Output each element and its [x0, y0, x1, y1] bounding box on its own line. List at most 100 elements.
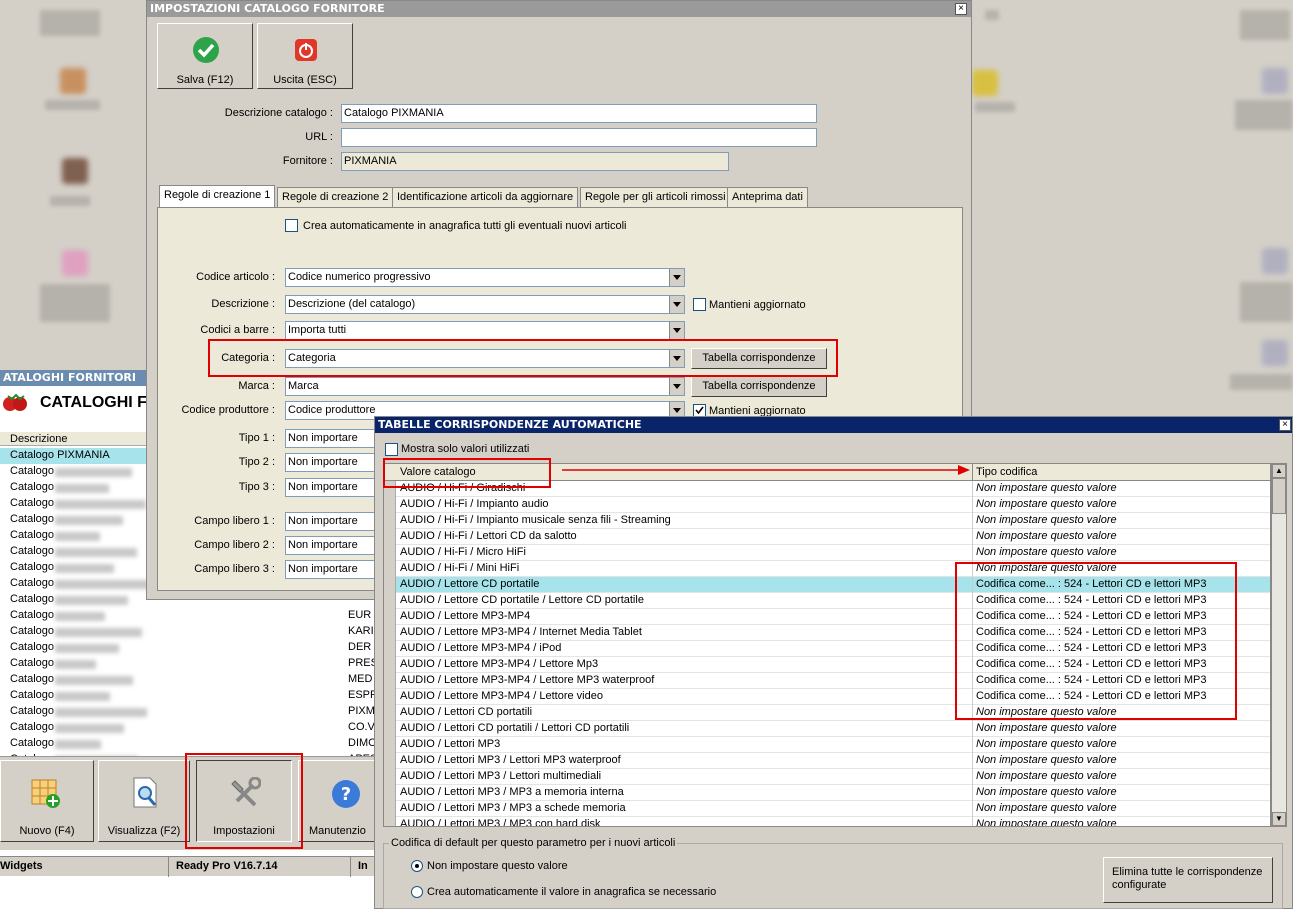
- table-row[interactable]: AUDIO / Lettori MP3 Non impostare questo …: [384, 737, 1270, 753]
- table-row[interactable]: AUDIO / Lettore MP3-MP4 / Lettore video C…: [384, 689, 1270, 705]
- table-row[interactable]: AUDIO / Lettori MP3 / Lettori MP3 waterp…: [384, 753, 1270, 769]
- table-row[interactable]: AUDIO / Lettore MP3-MP4 / Internet Media…: [384, 625, 1270, 641]
- row-code[interactable]: Non impostare questo valore: [976, 753, 1117, 768]
- field-combo[interactable]: Marca: [285, 377, 685, 396]
- url-field[interactable]: [341, 128, 817, 147]
- row-code[interactable]: Non impostare questo valore: [976, 785, 1117, 800]
- row-indicator[interactable]: [384, 529, 396, 545]
- chevron-down-icon[interactable]: [669, 322, 684, 339]
- exit-button[interactable]: Uscita (ESC): [257, 23, 353, 89]
- row-indicator[interactable]: [384, 545, 396, 561]
- table-row[interactable]: AUDIO / Hi-Fi / Giradischi Non impostare …: [384, 481, 1270, 497]
- table-row[interactable]: AUDIO / Hi-Fi / Lettori CD da salotto Non…: [384, 529, 1270, 545]
- row-code[interactable]: Codifica come... : 524 - Lettori CD e le…: [976, 593, 1206, 608]
- tab-rules-1[interactable]: Regole di creazione 1: [159, 185, 276, 208]
- chevron-down-icon[interactable]: [669, 296, 684, 313]
- table-row[interactable]: AUDIO / Lettore MP3-MP4 / Lettore Mp3 Cod…: [384, 657, 1270, 673]
- table-row[interactable]: AUDIO / Lettore MP3-MP4 / iPod Codifica c…: [384, 641, 1270, 657]
- table-row[interactable]: AUDIO / Lettore MP3-MP4 Codifica come... …: [384, 609, 1270, 625]
- row-code[interactable]: Non impostare questo valore: [976, 513, 1117, 528]
- radio-auto-create[interactable]: [411, 886, 423, 898]
- tab-rules-2[interactable]: Regole di creazione 2: [277, 187, 394, 207]
- catalog-list-item[interactable]: Catalogo PRES: [0, 656, 380, 672]
- field-combo[interactable]: Categoria: [285, 349, 685, 368]
- catalog-list-item[interactable]: Catalogo KARI: [0, 624, 380, 640]
- row-indicator[interactable]: [384, 817, 396, 826]
- row-code[interactable]: Codifica come... : 524 - Lettori CD e le…: [976, 673, 1206, 688]
- row-indicator[interactable]: [384, 673, 396, 689]
- maintenance-button[interactable]: ? Manutenzio: [298, 760, 380, 842]
- tab-identification[interactable]: Identificazione articoli da aggiornare: [392, 187, 579, 207]
- row-indicator[interactable]: [384, 593, 396, 609]
- row-indicator[interactable]: [384, 497, 396, 513]
- chevron-down-icon[interactable]: [669, 350, 684, 367]
- auto-create-checkbox[interactable]: [285, 219, 298, 232]
- mapping-close-button[interactable]: ×: [1279, 419, 1291, 431]
- row-indicator[interactable]: [384, 753, 396, 769]
- catalog-list-item[interactable]: Catalogo EUR: [0, 608, 380, 624]
- table-row[interactable]: AUDIO / Lettori MP3 / MP3 a schede memor…: [384, 801, 1270, 817]
- row-code[interactable]: Codifica come... : 524 - Lettori CD e le…: [976, 657, 1206, 672]
- table-row[interactable]: AUDIO / Lettori CD portatili / Lettori C…: [384, 721, 1270, 737]
- catalog-list-item[interactable]: Catalogo ESPR: [0, 688, 380, 704]
- view-button[interactable]: Visualizza (F2): [98, 760, 190, 842]
- row-indicator[interactable]: [384, 689, 396, 705]
- tab-preview[interactable]: Anteprima dati: [727, 187, 808, 207]
- row-code[interactable]: Non impostare questo valore: [976, 529, 1117, 544]
- row-code[interactable]: Non impostare questo valore: [976, 481, 1117, 496]
- row-code[interactable]: Non impostare questo valore: [976, 817, 1117, 826]
- radio-no-set[interactable]: [411, 860, 423, 872]
- catalog-list-item[interactable]: Catalogo MED: [0, 672, 380, 688]
- table-row[interactable]: AUDIO / Lettore CD portatile / Lettore C…: [384, 593, 1270, 609]
- table-row[interactable]: AUDIO / Lettori MP3 / MP3 a memoria inte…: [384, 785, 1270, 801]
- row-indicator[interactable]: [384, 705, 396, 721]
- table-row[interactable]: AUDIO / Hi-Fi / Impianto musicale senza …: [384, 513, 1270, 529]
- mapping-table-button[interactable]: Tabella corrispondenze: [691, 376, 827, 397]
- row-indicator[interactable]: [384, 737, 396, 753]
- chevron-down-icon[interactable]: [669, 378, 684, 395]
- row-code[interactable]: Non impostare questo valore: [976, 561, 1117, 576]
- row-code[interactable]: Codifica come... : 524 - Lettori CD e le…: [976, 577, 1206, 592]
- row-indicator[interactable]: [384, 577, 396, 593]
- row-code[interactable]: Non impostare questo valore: [976, 721, 1117, 736]
- delete-mappings-button[interactable]: Elimina tutte le corrispondenze configur…: [1103, 857, 1273, 903]
- table-row[interactable]: AUDIO / Lettore CD portatile Codifica com…: [384, 577, 1270, 593]
- field-combo[interactable]: Descrizione (del catalogo): [285, 295, 685, 314]
- save-button[interactable]: Salva (F12): [157, 23, 253, 89]
- desc-field[interactable]: Catalogo PIXMANIA: [341, 104, 817, 123]
- row-code[interactable]: Non impostare questo valore: [976, 497, 1117, 512]
- table-row[interactable]: AUDIO / Lettore MP3-MP4 / Lettore MP3 wa…: [384, 673, 1270, 689]
- grid-scrollbar[interactable]: ▲ ▼: [1271, 463, 1287, 827]
- col-value-header[interactable]: Valore catalogo: [400, 466, 476, 478]
- catalog-list-item[interactable]: Catalogo DER: [0, 640, 380, 656]
- row-indicator[interactable]: [384, 625, 396, 641]
- settings-button[interactable]: Impostazioni: [196, 760, 292, 842]
- table-row[interactable]: AUDIO / Lettori CD portatili Non impostar…: [384, 705, 1270, 721]
- catalog-list-item[interactable]: Catalogo DIMC: [0, 736, 380, 752]
- row-indicator[interactable]: [384, 609, 396, 625]
- row-indicator[interactable]: [384, 641, 396, 657]
- row-code[interactable]: Non impostare questo valore: [976, 737, 1117, 752]
- table-row[interactable]: AUDIO / Lettori MP3 / MP3 con hard disk N…: [384, 817, 1270, 826]
- row-indicator[interactable]: [384, 481, 396, 497]
- row-code[interactable]: Non impostare questo valore: [976, 705, 1117, 720]
- row-code[interactable]: Non impostare questo valore: [976, 545, 1117, 560]
- mapping-table-button[interactable]: Tabella corrispondenze: [691, 348, 827, 369]
- row-indicator[interactable]: [384, 657, 396, 673]
- row-code[interactable]: Non impostare questo valore: [976, 801, 1117, 816]
- row-indicator[interactable]: [384, 721, 396, 737]
- row-code[interactable]: Codifica come... : 524 - Lettori CD e le…: [976, 641, 1206, 656]
- keep-updated-checkbox[interactable]: [693, 298, 706, 311]
- catalog-list-item[interactable]: Catalogo PIXM: [0, 704, 380, 720]
- row-indicator[interactable]: [384, 513, 396, 529]
- row-code[interactable]: Non impostare questo valore: [976, 769, 1117, 784]
- table-row[interactable]: AUDIO / Hi-Fi / Mini HiFi Non impostare q…: [384, 561, 1270, 577]
- catalog-list-item[interactable]: Catalogo CO.V: [0, 720, 380, 736]
- field-combo[interactable]: Importa tutti: [285, 321, 685, 340]
- new-button[interactable]: Nuovo (F4): [0, 760, 94, 842]
- row-code[interactable]: Codifica come... : 524 - Lettori CD e le…: [976, 689, 1206, 704]
- chevron-down-icon[interactable]: [669, 269, 684, 286]
- col-code-header[interactable]: Tipo codifica: [976, 466, 1037, 478]
- row-indicator[interactable]: [384, 801, 396, 817]
- show-used-checkbox[interactable]: [385, 443, 398, 456]
